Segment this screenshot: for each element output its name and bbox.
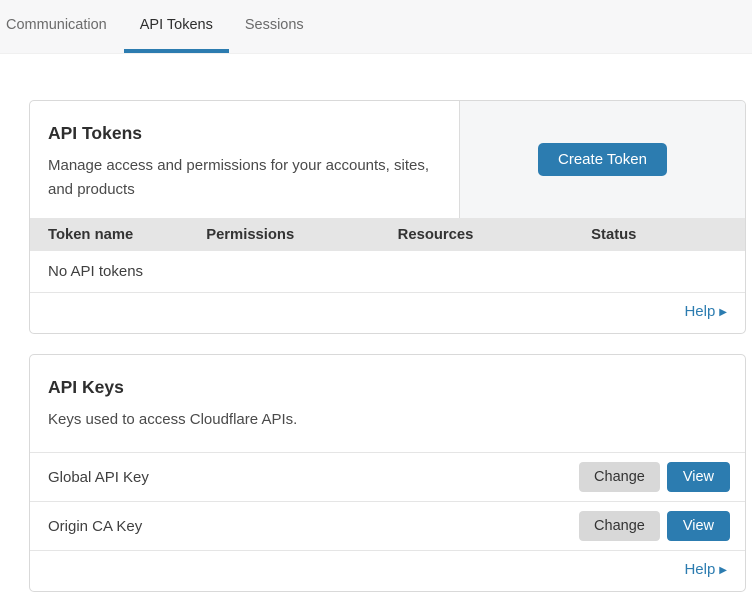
api-keys-card-header: API Keys Keys used to access Cloudflare …: [30, 355, 745, 453]
api-tokens-card-header: API Tokens Manage access and permissions…: [30, 101, 745, 218]
token-table-header-permissions: Permissions: [206, 227, 397, 243]
api-tokens-description: Manage access and permissions for your a…: [48, 154, 441, 202]
token-table-header-status: Status: [591, 227, 727, 243]
tab-api-tokens[interactable]: API Tokens: [124, 0, 229, 53]
tab-communication[interactable]: Communication: [6, 0, 123, 53]
api-keys-help-row: Help ▶: [30, 551, 745, 591]
create-token-button[interactable]: Create Token: [538, 143, 667, 176]
api-key-row-origin-ca: Origin CA Key Change View: [30, 502, 745, 551]
api-tokens-action-panel: Create Token: [460, 101, 745, 218]
global-api-key-view-button[interactable]: View: [667, 462, 730, 492]
help-arrow-icon: ▶: [719, 565, 727, 576]
help-link-label: Help: [684, 303, 715, 320]
token-table-header-resources: Resources: [398, 227, 592, 243]
help-arrow-icon: ▶: [719, 307, 727, 318]
api-keys-card: API Keys Keys used to access Cloudflare …: [29, 354, 746, 592]
api-tokens-card: API Tokens Manage access and permissions…: [29, 100, 746, 334]
api-keys-help-link[interactable]: Help ▶: [684, 561, 727, 578]
token-table-header-row: Token name Permissions Resources Status: [30, 218, 745, 251]
api-tokens-help-row: Help ▶: [30, 293, 745, 333]
api-key-row-global: Global API Key Change View: [30, 453, 745, 502]
api-tokens-title: API Tokens: [48, 123, 441, 144]
tab-bar: Communication API Tokens Sessions: [0, 0, 752, 54]
global-api-key-change-button[interactable]: Change: [579, 462, 660, 492]
help-link-label: Help: [684, 561, 715, 578]
api-tokens-header-text: API Tokens Manage access and permissions…: [30, 101, 460, 218]
token-table-empty-message: No API tokens: [30, 251, 745, 293]
origin-ca-key-view-button[interactable]: View: [667, 511, 730, 541]
api-keys-title: API Keys: [48, 377, 727, 398]
api-key-name: Origin CA Key: [48, 518, 579, 535]
api-keys-description: Keys used to access Cloudflare APIs.: [48, 408, 727, 432]
token-table-header-token-name: Token name: [48, 227, 206, 243]
api-tokens-help-link[interactable]: Help ▶: [684, 303, 727, 320]
api-key-name: Global API Key: [48, 469, 579, 486]
origin-ca-key-change-button[interactable]: Change: [579, 511, 660, 541]
tab-sessions[interactable]: Sessions: [229, 0, 320, 53]
